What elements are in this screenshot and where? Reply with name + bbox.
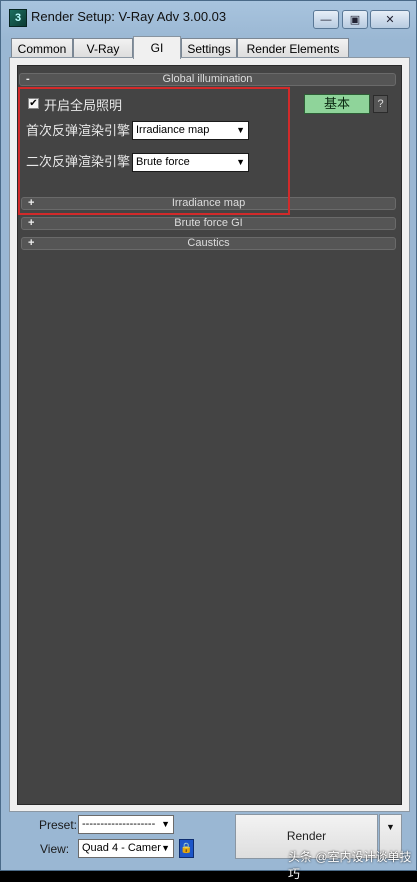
primary-engine-value: Irradiance map <box>136 124 210 136</box>
view-label: View: <box>40 842 70 856</box>
secondary-engine-select[interactable]: Brute force ▼ <box>132 153 249 172</box>
preset-value: -------------------- <box>82 818 156 830</box>
minimize-button[interactable]: — <box>313 10 339 29</box>
view-value: Quad 4 - Camer <box>82 842 161 854</box>
primary-engine-label: 首次反弹渲染引擎 <box>26 123 131 138</box>
secondary-engine-label: 二次反弹渲染引擎 <box>26 154 131 169</box>
max-app-icon[interactable]: 3 <box>9 9 27 27</box>
enable-gi-label: 开启全局照明 <box>44 98 123 113</box>
tab-vray[interactable]: V-Ray <box>73 38 133 58</box>
window-title: Render Setup: V-Ray Adv 3.00.03 <box>31 9 227 24</box>
tab-render-elements[interactable]: Render Elements <box>237 38 349 58</box>
tab-bar: Common V-Ray GI Settings Render Elements <box>9 36 408 59</box>
dropdown-arrow-icon: ▼ <box>236 157 245 167</box>
watermark: 头条 @室内设计谈单技巧 <box>288 850 412 881</box>
primary-engine-select[interactable]: Irradiance map ▼ <box>132 121 249 140</box>
render-setup-window: 3 Render Setup: V-Ray Adv 3.00.03 — ▣ ✕ … <box>0 0 417 871</box>
close-button[interactable]: ✕ <box>370 10 410 29</box>
dropdown-arrow-icon: ▼ <box>236 125 245 135</box>
tab-settings[interactable]: Settings <box>181 38 237 58</box>
preset-label: Preset: <box>39 818 78 832</box>
rollout-title: Brute force GI <box>174 217 243 229</box>
dropdown-arrow-icon: ▼ <box>161 843 170 853</box>
rollout-caustics[interactable]: + Caustics <box>21 237 396 250</box>
title-bar[interactable]: 3 Render Setup: V-Ray Adv 3.00.03 — ▣ ✕ <box>1 1 416 33</box>
maximize-button[interactable]: ▣ <box>342 10 368 29</box>
rollout-brute-force-gi[interactable]: + Brute force GI <box>21 217 396 230</box>
lock-icon[interactable]: 🔒 <box>179 839 194 858</box>
enable-gi-checkbox[interactable]: ✔ <box>28 98 39 109</box>
secondary-engine-value: Brute force <box>136 156 190 168</box>
rollout-title: Irradiance map <box>171 197 246 209</box>
rollout-title: Global illumination <box>162 73 253 85</box>
view-select[interactable]: Quad 4 - Camer ▼ <box>78 839 174 858</box>
mode-basic-button[interactable]: 基本 <box>304 94 370 114</box>
rollout-irradiance-map[interactable]: + Irradiance map <box>21 197 396 210</box>
rollout-title: Caustics <box>187 237 230 249</box>
tab-common[interactable]: Common <box>11 38 73 58</box>
preset-select[interactable]: -------------------- ▼ <box>78 815 174 834</box>
dropdown-arrow-icon: ▼ <box>161 819 170 829</box>
tab-gi[interactable]: GI <box>133 36 181 59</box>
help-button[interactable]: ? <box>373 95 388 113</box>
rollout-global-illumination[interactable]: - Global illumination <box>19 73 396 86</box>
